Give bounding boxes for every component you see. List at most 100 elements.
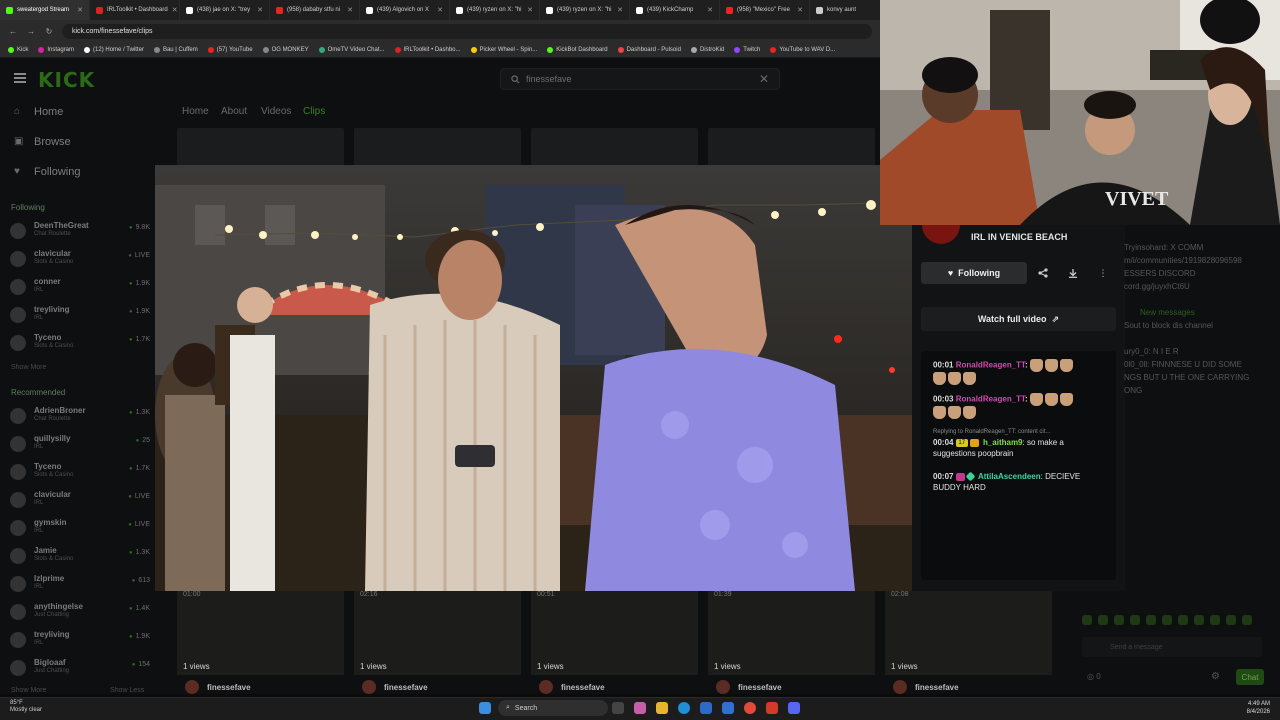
clip-card[interactable]: 02:08 1 views: [885, 591, 1052, 675]
sidebar-channel[interactable]: clavicularIRL LIVE: [10, 489, 150, 511]
store-icon[interactable]: [700, 702, 712, 714]
bookmark-item[interactable]: YouTube to WAV D...: [770, 46, 835, 53]
sidebar-channel[interactable]: TycenoSlots & Casino 1.7K: [10, 461, 150, 483]
watch-full-video-button[interactable]: Watch full video ⇗: [921, 307, 1116, 331]
browser-tab[interactable]: (439) ryzen on X: "hi ✕: [540, 0, 630, 20]
sidebar-channel[interactable]: clavicularSlots & Casino LIVE: [10, 248, 150, 270]
clip-thumbnail[interactable]: [354, 128, 521, 166]
following-button[interactable]: ♥ Following: [921, 262, 1027, 284]
settings-gear-icon[interactable]: ⚙: [1211, 671, 1220, 682]
close-tab-icon[interactable]: ✕: [797, 6, 803, 14]
bookmark-item[interactable]: Instagram: [38, 46, 74, 53]
close-tab-icon[interactable]: ✕: [347, 6, 353, 14]
clip-card[interactable]: 01:00 1 views: [177, 591, 344, 675]
sidebar-channel[interactable]: AdrienBronerChat Roulette 1.3K: [10, 405, 150, 427]
bookmark-item[interactable]: (12) Home / Twitter: [84, 46, 144, 53]
clip-author[interactable]: finessefave: [185, 680, 251, 694]
edge-icon[interactable]: [678, 702, 690, 714]
tab-about[interactable]: About: [221, 106, 247, 117]
browser-tab[interactable]: (439) KickChamp ✕: [630, 0, 720, 20]
bookmark-item[interactable]: Bau | Cuffem: [153, 46, 198, 53]
browser-tab[interactable]: (958) dababy stfu ni ✕: [270, 0, 360, 20]
clip-thumbnail[interactable]: [708, 128, 875, 166]
show-more-following[interactable]: Show More: [11, 364, 46, 371]
sidebar-channel[interactable]: treylivingIRL 1.9K: [10, 304, 150, 326]
close-tab-icon[interactable]: ✕: [527, 6, 533, 14]
clip-video-player[interactable]: [155, 165, 912, 591]
clear-search-icon[interactable]: ✕: [759, 72, 769, 86]
browser-tab[interactable]: (438) jae on X: "trey ✕: [180, 0, 270, 20]
mail-icon[interactable]: [722, 702, 734, 714]
sidebar-channel[interactable]: BigloaafJust Chatting 154: [10, 657, 150, 679]
share-icon[interactable]: [1032, 262, 1054, 284]
bookmark-item[interactable]: Picker Wheel - Spin...: [470, 46, 537, 53]
chat-username[interactable]: RonaldReagen_TT: [956, 395, 1025, 404]
sidebar-channel[interactable]: treylivingIRL 1.9K: [10, 629, 150, 651]
send-message-input[interactable]: Send a message: [1082, 637, 1262, 657]
windows-start-icon[interactable]: [479, 702, 491, 714]
chat-username[interactable]: AttilaAscendeen: [978, 472, 1041, 481]
nav-following[interactable]: ♥ Following: [14, 166, 80, 178]
back-icon[interactable]: ←: [8, 27, 18, 36]
kick-logo[interactable]: KICK: [38, 68, 95, 92]
browser-tab[interactable]: konvy aunt✕: [810, 0, 880, 20]
file-explorer-icon[interactable]: [656, 702, 668, 714]
tab-videos[interactable]: Videos: [261, 106, 291, 117]
bookmark-item[interactable]: OG MONKEY: [262, 46, 309, 53]
show-more-recommended[interactable]: Show More: [11, 687, 46, 694]
chat-username[interactable]: RonaldReagen_TT: [956, 361, 1025, 370]
system-clock[interactable]: 4:49 AM 8/4/2026: [1212, 700, 1270, 716]
tab-home[interactable]: Home: [182, 106, 209, 117]
forward-icon[interactable]: →: [26, 27, 36, 36]
sidebar-channel[interactable]: quillysillyIRL 25: [10, 433, 150, 455]
bookmark-item[interactable]: (57) YouTube: [207, 46, 253, 53]
nav-home[interactable]: ⌂ Home: [14, 106, 63, 118]
app-icon[interactable]: [634, 702, 646, 714]
clip-card[interactable]: 01:39 1 views: [708, 591, 875, 675]
browser-tab[interactable]: (439) ryzen on X: "hi ✕: [450, 0, 540, 20]
chrome-icon[interactable]: [744, 702, 756, 714]
bookmark-item[interactable]: OmeTV Video Chat...: [318, 46, 385, 53]
bookmark-item[interactable]: Twitch: [734, 46, 760, 53]
nav-browse[interactable]: ▣ Browse: [14, 136, 71, 148]
clip-author[interactable]: finessefave: [539, 680, 605, 694]
close-tab-icon[interactable]: ✕: [437, 6, 443, 14]
bookmark-item[interactable]: IRLToolkit • Dashbo...: [394, 46, 461, 53]
browser-tab[interactable]: IRLToolkit • Dashboard ✕: [90, 0, 180, 20]
close-tab-icon[interactable]: ✕: [617, 6, 623, 14]
bookmark-item[interactable]: Kick: [8, 46, 28, 53]
sidebar-channel[interactable]: connerIRL 1.9K: [10, 276, 150, 298]
clip-thumbnail[interactable]: [177, 128, 344, 166]
url-field[interactable]: kick.com/finessefave/clips: [62, 23, 872, 39]
chat-username[interactable]: h_aitham9: [983, 438, 1023, 447]
sidebar-channel[interactable]: DeenTheGreatChat Roulette 9.8K: [10, 220, 150, 242]
clip-thumbnail[interactable]: [531, 128, 698, 166]
bookmark-item[interactable]: KickBot Dashboard: [547, 46, 608, 53]
clip-author[interactable]: finessefave: [362, 680, 428, 694]
app-icon[interactable]: [766, 702, 778, 714]
browser-tab[interactable]: sweatergod Stream ✕: [0, 0, 90, 20]
sidebar-channel[interactable]: anythingelseJust Chatting 1.4K: [10, 601, 150, 623]
more-options-icon[interactable]: ⋮: [1092, 262, 1114, 284]
show-less-recommended[interactable]: Show Less: [110, 687, 144, 694]
task-view-icon[interactable]: [612, 702, 624, 714]
bookmark-item[interactable]: DistroKid: [690, 46, 724, 53]
clip-author[interactable]: finessefave: [893, 680, 959, 694]
sidebar-channel[interactable]: TycenoSlots & Casino 1.7K: [10, 332, 150, 354]
menu-icon[interactable]: [14, 73, 26, 83]
sidebar-channel[interactable]: JamieSlots & Casino 1.3K: [10, 545, 150, 567]
tab-clips[interactable]: Clips: [303, 106, 325, 117]
browser-tab[interactable]: (439) Algovich on X ✕: [360, 0, 450, 20]
close-tab-icon[interactable]: ✕: [172, 6, 178, 14]
clip-card[interactable]: 02:16 1 views: [354, 591, 521, 675]
chat-send-button[interactable]: Chat: [1236, 669, 1264, 685]
bookmark-item[interactable]: Dashboard - Pulsoid: [617, 46, 681, 53]
close-tab-icon[interactable]: ✕: [77, 6, 83, 14]
clip-card[interactable]: 00:51 1 views: [531, 591, 698, 675]
search-input[interactable]: finessefave ✕: [500, 68, 780, 90]
weather-widget[interactable]: 85°F Mostly clear: [10, 700, 42, 714]
download-icon[interactable]: [1062, 262, 1084, 284]
sidebar-channel[interactable]: lzlprimeIRL 613: [10, 573, 150, 595]
clip-author[interactable]: finessefave: [716, 680, 782, 694]
taskbar-search[interactable]: ⌕ Search: [498, 700, 608, 716]
